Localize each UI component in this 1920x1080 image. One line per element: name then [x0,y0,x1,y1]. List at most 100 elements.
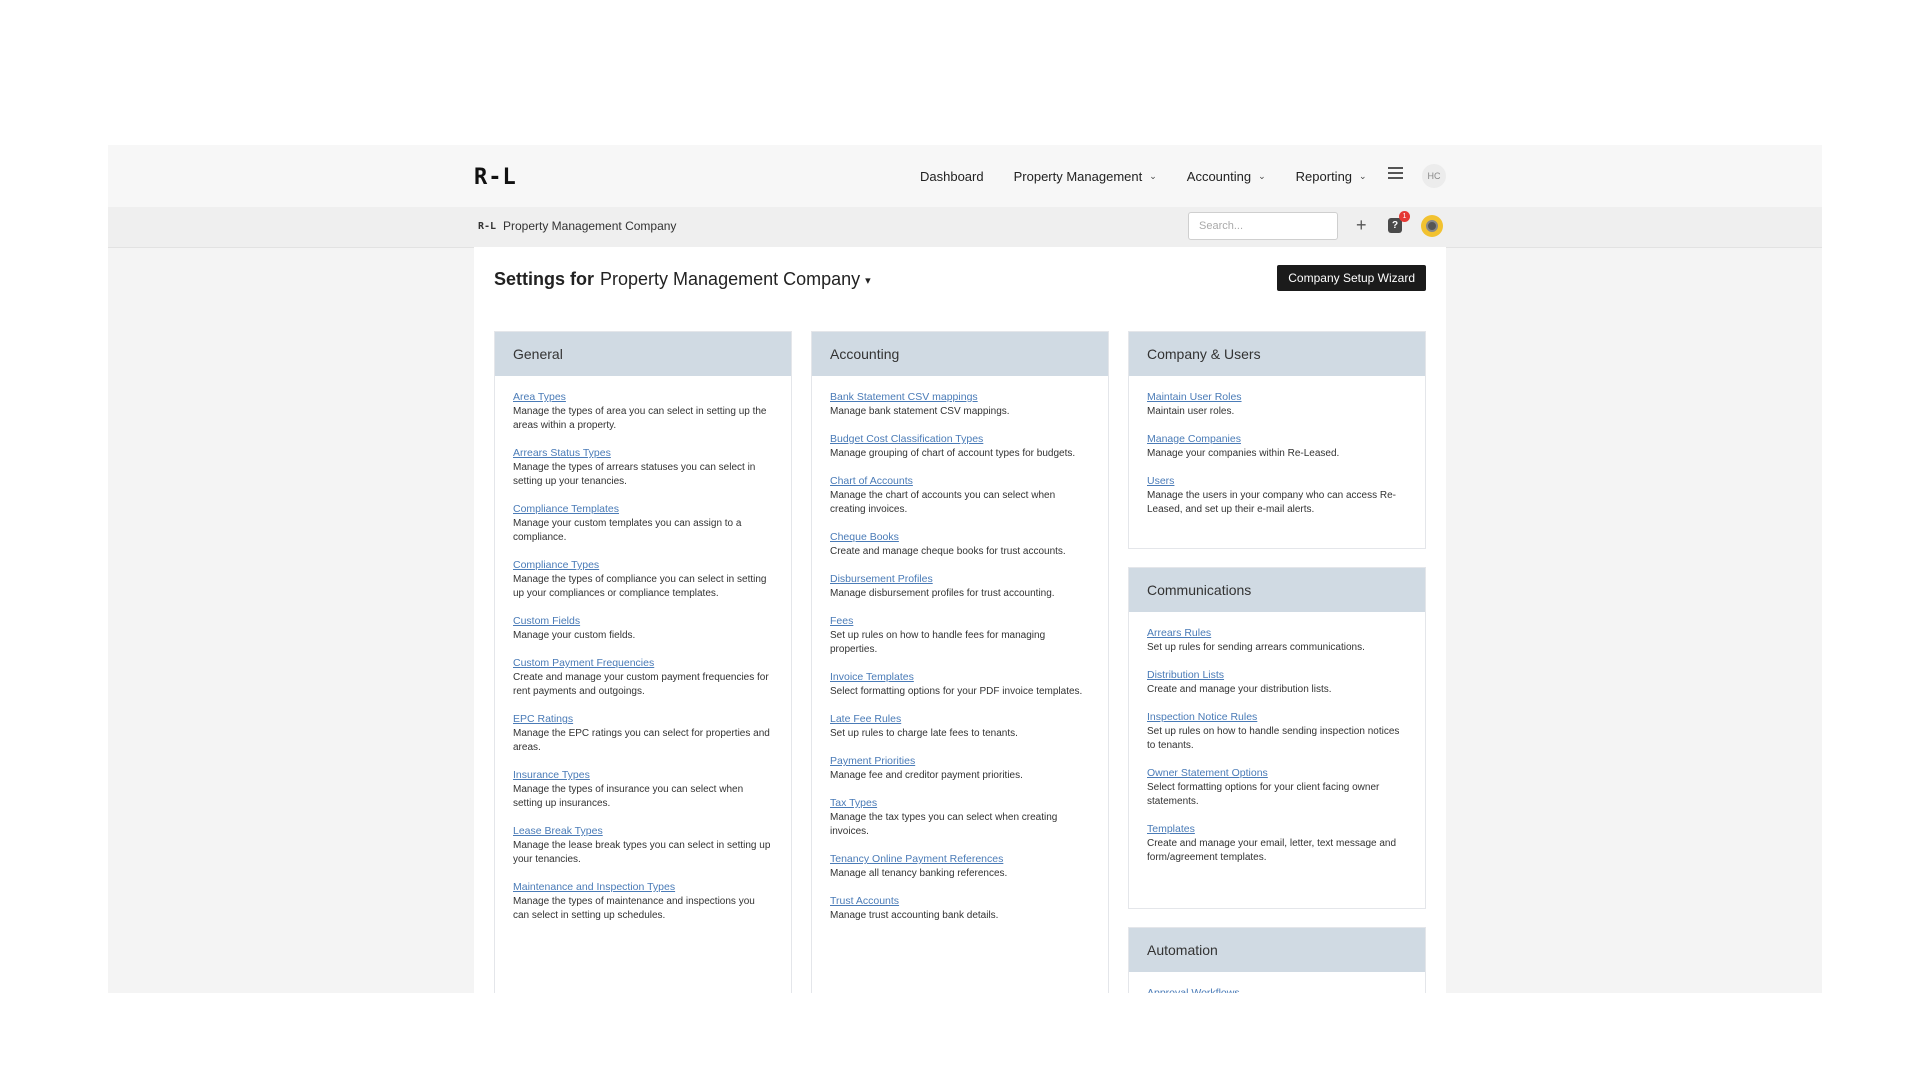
settings-description: Manage the types of arrears statuses you… [513,462,756,487]
user-avatar-icon[interactable] [1421,215,1443,237]
settings-entry: Area Types Manage the types of area you c… [513,390,773,433]
card-automation-title: Automation [1129,928,1425,972]
settings-entry: Custom Payment Frequencies Create and man… [513,656,773,699]
card-automation: Automation Approval Workflows [1128,927,1426,993]
settings-entry: Distribution Lists Create and manage your… [1147,668,1407,697]
app-logo[interactable]: R-L [474,165,517,190]
settings-link[interactable]: Inspection Notice Rules [1147,710,1407,724]
settings-description: Manage the types of compliance you can s… [513,574,767,599]
settings-link[interactable]: Compliance Templates [513,502,773,516]
settings-entry: Maintenance and Inspection Types Manage t… [513,880,773,923]
settings-entry: Trust Accounts Manage trust accounting ba… [830,894,1090,923]
add-icon[interactable]: + [1356,215,1367,236]
hamburger-menu-icon[interactable] [1388,167,1403,179]
settings-description: Manage trust accounting bank details. [830,910,999,921]
nav-accounting-label: Accounting [1186,168,1252,184]
settings-description: Manage the types of insurance you can se… [513,784,744,809]
settings-description: Set up rules on how to handle sending in… [1147,726,1400,751]
settings-entry: Tenancy Online Payment References Manage … [830,852,1090,881]
settings-link[interactable]: Trust Accounts [830,894,1090,908]
user-initials-avatar[interactable]: HC [1422,164,1446,188]
caret-down-icon[interactable]: ▾ [865,275,871,287]
settings-description: Set up rules to charge late fees to tena… [830,728,1018,739]
settings-description: Manage the tax types you can select when… [830,812,1058,837]
company-setup-wizard-button[interactable]: Company Setup Wizard [1277,265,1426,291]
app-window: R-L Dashboard Property Management ⌄ Acco… [108,145,1822,993]
settings-link[interactable]: Custom Payment Frequencies [513,656,773,670]
settings-description: Set up rules on how to handle fees for m… [830,630,1046,655]
settings-description: Manage the types of maintenance and insp… [513,896,755,921]
settings-link[interactable]: Tax Types [830,796,1090,810]
settings-link[interactable]: Arrears Status Types [513,446,773,460]
settings-link[interactable]: Fees [830,614,1090,628]
settings-link[interactable]: Late Fee Rules [830,712,1090,726]
settings-link[interactable]: Bank Statement CSV mappings [830,390,1090,404]
nav-accounting[interactable]: Accounting ⌄ [1187,169,1266,184]
settings-link[interactable]: Compliance Types [513,558,773,572]
settings-entry: Approval Workflows [1147,986,1407,993]
settings-description: Manage the EPC ratings you can select fo… [513,728,770,753]
settings-entry: Budget Cost Classification Types Manage g… [830,432,1090,461]
settings-link[interactable]: Disbursement Profiles [830,572,1090,586]
settings-entry: Late Fee Rules Set up rules to charge lat… [830,712,1090,741]
settings-link[interactable]: Templates [1147,822,1407,836]
settings-link[interactable]: Manage Companies [1147,432,1407,446]
nav-dashboard[interactable]: Dashboard [920,169,984,184]
card-company-users-body: Maintain User Roles Maintain user roles. M… [1129,376,1425,540]
settings-entry: Payment Priorities Manage fee and credito… [830,754,1090,783]
settings-link[interactable]: Approval Workflows [1147,986,1407,993]
settings-link[interactable]: Tenancy Online Payment References [830,852,1090,866]
settings-description: Create and manage your distribution list… [1147,684,1332,695]
page-title: Settings for Property Management Company ▾ [494,269,871,290]
card-general-body: Area Types Manage the types of area you c… [495,376,791,946]
chevron-down-icon: ⌄ [1149,170,1157,181]
company-selector[interactable]: Property Management Company [600,269,860,289]
settings-link[interactable]: Maintenance and Inspection Types [513,880,773,894]
top-navigation-bar: R-L Dashboard Property Management ⌄ Acco… [108,145,1822,207]
main-nav: Dashboard Property Management ⌄ Accounti… [920,145,1367,207]
settings-entry: Templates Create and manage your email, l… [1147,822,1407,865]
settings-entry: EPC Ratings Manage the EPC ratings you ca… [513,712,773,755]
settings-link[interactable]: Distribution Lists [1147,668,1407,682]
settings-entry: Cheque Books Create and manage cheque boo… [830,530,1090,559]
settings-link[interactable]: Arrears Rules [1147,626,1407,640]
settings-link[interactable]: Users [1147,474,1407,488]
settings-entry: Fees Set up rules on how to handle fees f… [830,614,1090,657]
settings-link[interactable]: Invoice Templates [830,670,1090,684]
nav-property-management[interactable]: Property Management ⌄ [1014,169,1157,184]
company-name[interactable]: Property Management Company [503,219,676,233]
settings-entry: Disbursement Profiles Manage disbursement… [830,572,1090,601]
settings-entry: Tax Types Manage the tax types you can se… [830,796,1090,839]
settings-link[interactable]: Insurance Types [513,768,773,782]
settings-description: Manage the chart of accounts you can sel… [830,490,1056,515]
settings-link[interactable]: Maintain User Roles [1147,390,1407,404]
company-bar: R-L Property Management Company + ? 1 [108,207,1822,248]
chevron-down-icon: ⌄ [1359,170,1367,181]
settings-link[interactable]: Chart of Accounts [830,474,1090,488]
settings-entry: Bank Statement CSV mappings Manage bank s… [830,390,1090,419]
nav-reporting-label: Reporting [1295,168,1353,184]
settings-link[interactable]: Cheque Books [830,530,1090,544]
card-general-title: General [495,332,791,376]
settings-link[interactable]: Custom Fields [513,614,773,628]
nav-reporting[interactable]: Reporting ⌄ [1296,169,1367,184]
settings-link[interactable]: Area Types [513,390,773,404]
settings-link[interactable]: Budget Cost Classification Types [830,432,1090,446]
card-company-users-title: Company & Users [1129,332,1425,376]
settings-entry: Manage Companies Manage your companies wi… [1147,432,1407,461]
search-input[interactable] [1188,212,1338,240]
settings-description: Create and manage cheque books for trust… [830,546,1066,557]
settings-description: Create and manage your custom payment fr… [513,672,769,697]
settings-description: Manage your companies within Re-Leased. [1147,448,1340,459]
settings-description: Select formatting options for your PDF i… [830,686,1083,697]
settings-description: Manage all tenancy banking references. [830,868,1008,879]
settings-link[interactable]: EPC Ratings [513,712,773,726]
settings-link[interactable]: Lease Break Types [513,824,773,838]
card-company-users: Company & Users Maintain User Roles Maint… [1128,331,1426,549]
settings-entry: Inspection Notice Rules Set up rules on h… [1147,710,1407,753]
settings-link[interactable]: Payment Priorities [830,754,1090,768]
settings-description: Manage fee and creditor payment prioriti… [830,770,1023,781]
settings-description: Manage grouping of chart of account type… [830,448,1076,459]
settings-link[interactable]: Owner Statement Options [1147,766,1407,780]
card-automation-body: Approval Workflows [1129,972,1425,993]
